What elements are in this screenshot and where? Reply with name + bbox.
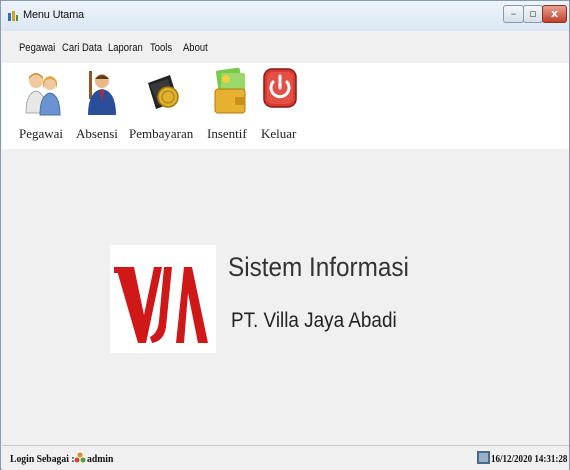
keluar-label: Keluar: [261, 126, 297, 141]
datetime: 16/12/2020 14:31:28: [491, 453, 568, 465]
keluar-button[interactable]: Keluar: [261, 63, 303, 149]
absensi-button[interactable]: Absensi: [76, 63, 120, 149]
minimize-button[interactable]: –: [503, 5, 524, 23]
logged-in-user: admin: [87, 453, 114, 465]
title-bar[interactable]: Menu Utama – ▫ x: [1, 1, 569, 31]
absensi-label: Absensi: [76, 126, 118, 141]
pegawai-button[interactable]: Pegawai: [19, 63, 67, 149]
menu-laporan[interactable]: Laporan: [108, 42, 143, 54]
close-button[interactable]: x: [542, 5, 567, 23]
close-icon: x: [550, 7, 559, 20]
minimize-icon: –: [510, 7, 517, 20]
power-icon: [263, 68, 297, 108]
menu-tools[interactable]: Tools: [150, 42, 172, 54]
main-content: Sistem Informasi PT. Villa Jaya Abadi: [2, 149, 569, 445]
resize-grip-icon[interactable]: ⋰: [558, 456, 566, 465]
maximize-button[interactable]: ▫: [523, 5, 543, 23]
app-heading: Sistem Informasi: [228, 252, 409, 282]
clock-icon: [477, 451, 490, 464]
users-icon: [25, 73, 61, 116]
company-name: PT. Villa Jaya Abadi: [231, 309, 397, 332]
window-title: Menu Utama: [23, 9, 84, 21]
login-label: Login Sebagai :: [10, 453, 75, 465]
main-window: Menu Utama – ▫ x Pegawai Cari Data Lapor…: [0, 0, 570, 470]
menu-cari-data[interactable]: Cari Data: [62, 42, 102, 54]
menu-bar: Pegawai Cari Data Laporan Tools About: [2, 37, 569, 59]
insentif-label: Insentif: [207, 126, 247, 141]
vja-logo-icon: [114, 267, 208, 343]
maximize-icon: ▫: [529, 7, 537, 20]
menu-about[interactable]: About: [183, 42, 208, 54]
pegawai-label: Pegawai: [19, 126, 64, 141]
wallet-coin-icon: [148, 75, 179, 109]
app-icon: [8, 11, 18, 21]
money-wallet-icon: [214, 67, 246, 114]
insentif-button[interactable]: Insentif: [207, 63, 255, 149]
pembayaran-button[interactable]: Pembayaran: [129, 63, 199, 149]
toolbar: Pegawai Absensi Pembayaran Insentif Kelu…: [2, 63, 569, 149]
pembayaran-label: Pembayaran: [129, 126, 194, 141]
employee-icon: [88, 71, 116, 115]
status-bar: Login Sebagai : admin 16/12/2020 14:31:2…: [2, 445, 569, 470]
company-logo: [110, 245, 216, 353]
menu-pegawai[interactable]: Pegawai: [19, 42, 55, 54]
user-status-icon: [74, 452, 86, 463]
